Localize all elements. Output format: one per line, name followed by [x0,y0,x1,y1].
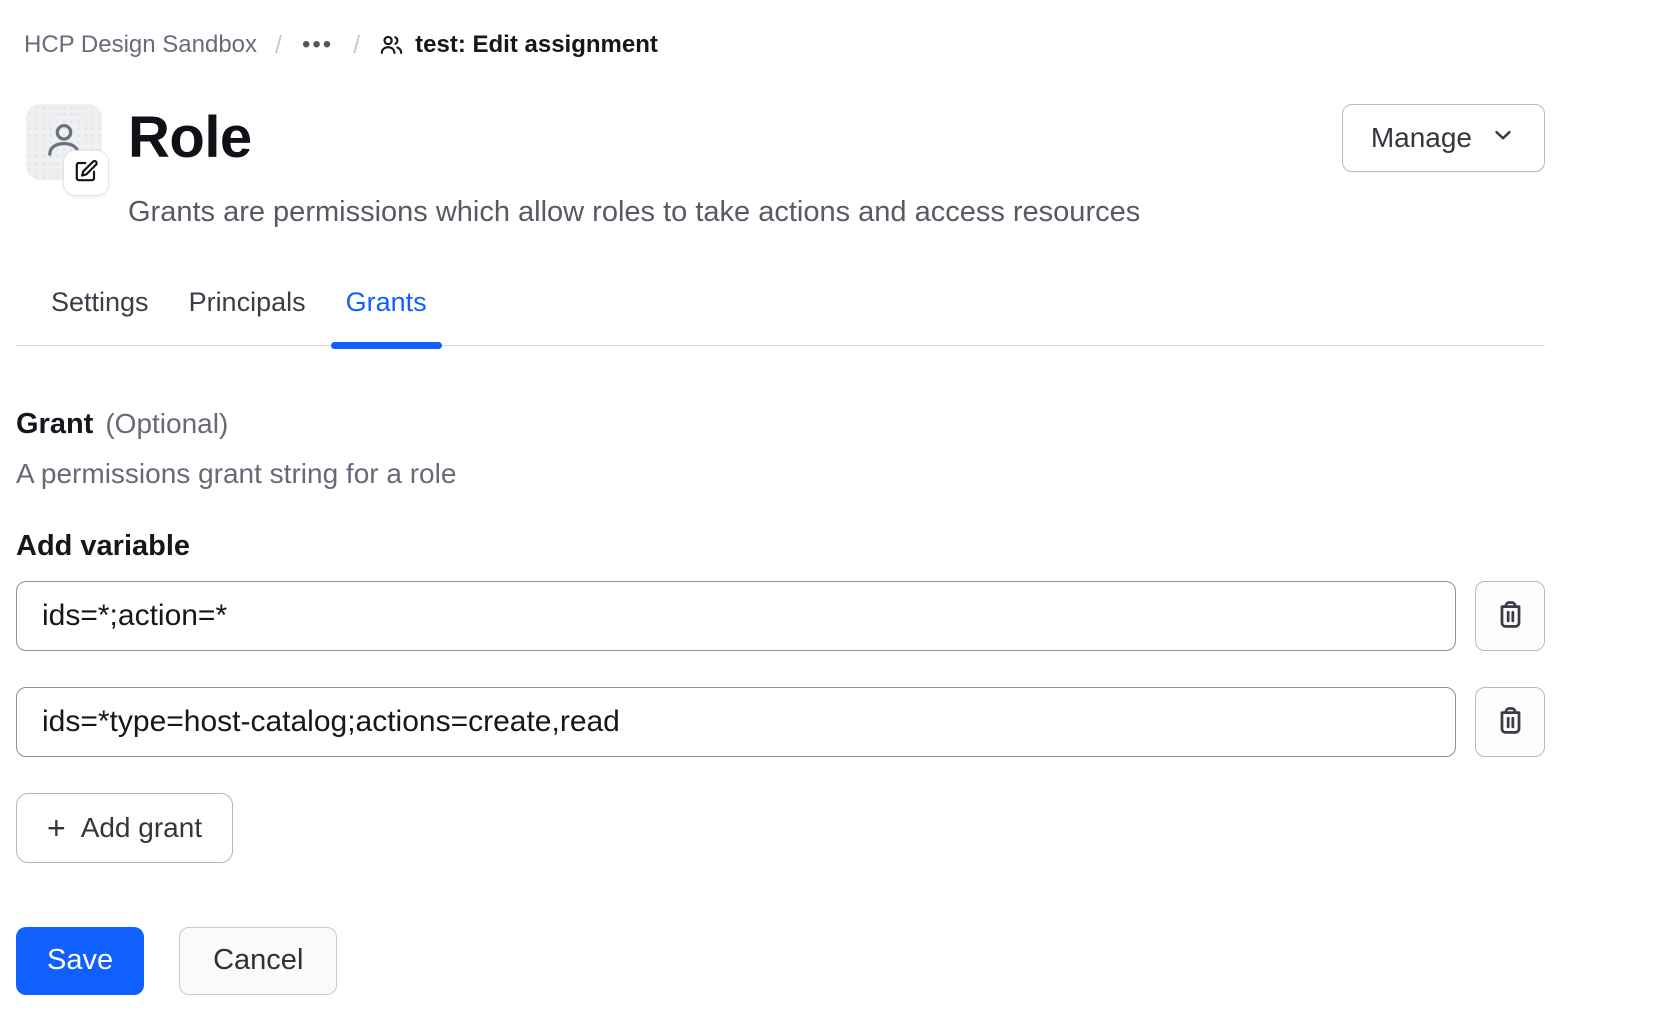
tab-bar: Settings Principals Grants [16,287,1545,346]
grant-row [16,581,1545,651]
users-icon [378,32,405,59]
breadcrumb-separator: / [353,31,360,60]
plus-icon: + [47,812,66,844]
chevron-down-icon [1490,122,1516,155]
trash-icon [1494,704,1527,740]
add-variable-heading: Add variable [16,530,1545,563]
breadcrumb-current-label: test: Edit assignment [415,31,658,59]
delete-grant-button-1[interactable] [1475,581,1545,651]
manage-button-label: Manage [1371,122,1472,154]
manage-button[interactable]: Manage [1342,104,1545,172]
form-actions: Save Cancel [16,927,1545,995]
page-header: Role Grants are permissions which allow … [16,104,1545,229]
grant-optional-indicator: (Optional) [105,408,228,440]
grant-row [16,687,1545,757]
page-title: Role [128,106,1140,170]
role-grants-page: HCP Design Sandbox / ••• / test: Edit as… [0,0,1545,995]
tab-settings[interactable]: Settings [36,287,164,345]
grant-field-label-row: Grant (Optional) [16,408,1545,441]
grants-section: Grant (Optional) A permissions grant str… [16,408,1545,863]
grant-field-label: Grant [16,408,93,441]
breadcrumb-item-hcp-design-sandbox[interactable]: HCP Design Sandbox [24,31,257,59]
page-subtitle: Grants are permissions which allow roles… [128,196,1140,229]
trash-icon [1494,598,1527,634]
cancel-button[interactable]: Cancel [179,927,337,995]
delete-grant-button-2[interactable] [1475,687,1545,757]
grant-input-1[interactable] [16,581,1456,651]
grant-input-2[interactable] [16,687,1456,757]
tab-grants[interactable]: Grants [331,287,442,345]
edit-avatar-button[interactable] [63,150,109,196]
add-grant-button-label: Add grant [81,812,202,844]
breadcrumb: HCP Design Sandbox / ••• / test: Edit as… [16,28,1545,62]
role-avatar-wrap [26,104,102,180]
save-button[interactable]: Save [16,927,144,995]
breadcrumb-item-current: test: Edit assignment [378,31,658,59]
breadcrumb-separator: / [275,31,282,60]
breadcrumb-ellipsis-button[interactable]: ••• [300,31,335,59]
add-grant-button[interactable]: + Add grant [16,793,233,863]
grant-help-text: A permissions grant string for a role [16,458,1545,490]
header-text: Role Grants are permissions which allow … [128,104,1140,229]
tab-principals[interactable]: Principals [174,287,321,345]
edit-icon [73,158,99,189]
